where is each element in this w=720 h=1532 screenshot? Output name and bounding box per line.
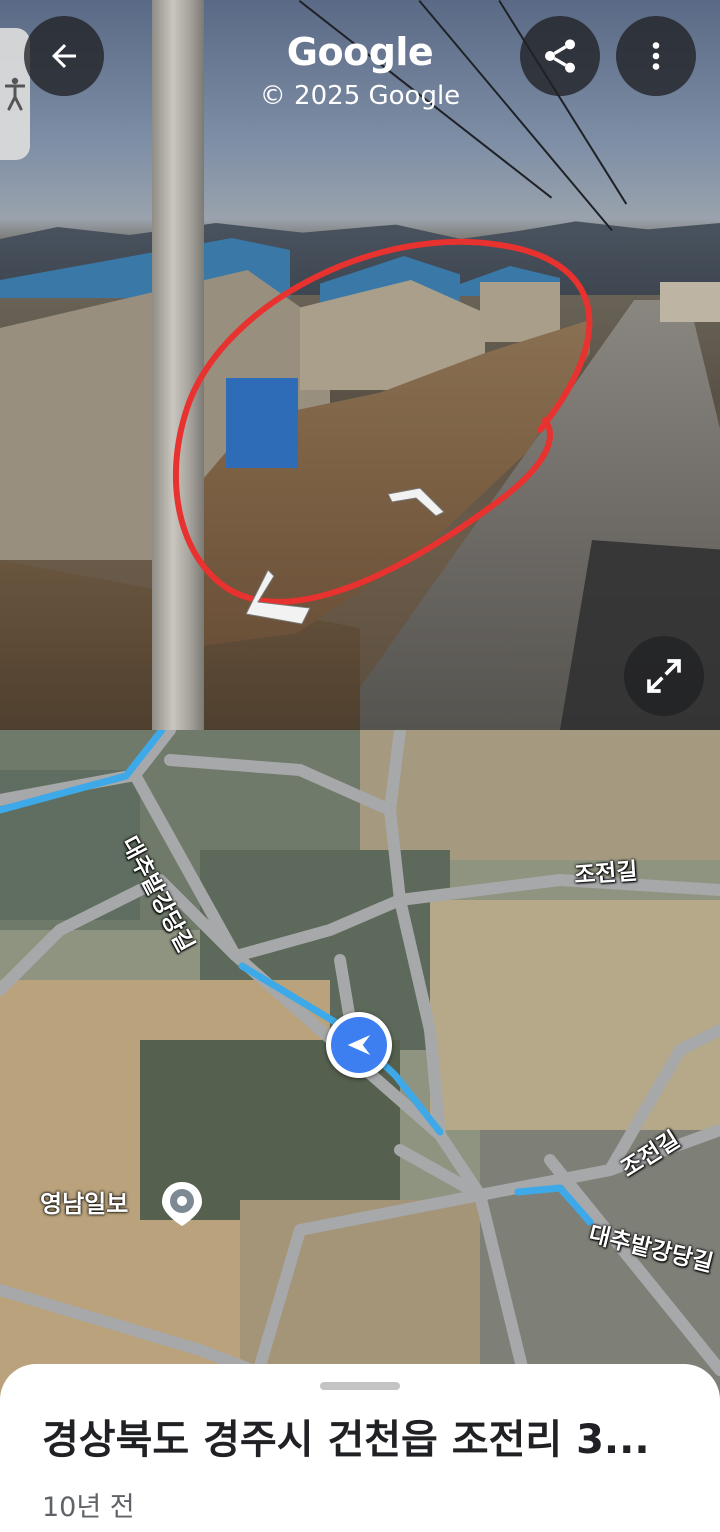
- fullscreen-button[interactable]: [624, 636, 704, 716]
- more-options-button[interactable]: [616, 16, 696, 96]
- share-icon: [545, 39, 575, 73]
- copyright-text: © 2025 Google: [259, 81, 461, 111]
- drag-handle[interactable]: [320, 1382, 400, 1390]
- street-view-panorama[interactable]: Google © 2025 Google: [0, 0, 720, 730]
- current-position-marker: [326, 1012, 392, 1078]
- nav-arrow-back[interactable]: [240, 568, 314, 630]
- capture-date: 10년 전: [42, 1492, 135, 1523]
- fullscreen-icon: [647, 659, 681, 693]
- google-logo: Google: [286, 30, 434, 74]
- place-pin-icon[interactable]: [160, 1180, 204, 1228]
- more-vert-icon: [652, 42, 660, 70]
- navigation-arrow-icon: [347, 1035, 371, 1055]
- place-bottom-sheet[interactable]: 경상북도 경주시 건천읍 조전리 3... 10년 전: [0, 1364, 720, 1532]
- map-view[interactable]: 대추밭강당길 조전길 조전길 대추밭강당길 영남일보: [0, 730, 720, 1400]
- share-button[interactable]: [520, 16, 600, 96]
- place-title: 경상북도 경주시 건천읍 조전리 3...: [42, 1417, 650, 1463]
- street-view-branding: Google © 2025 Google: [0, 28, 720, 114]
- road-label: 조전길: [573, 858, 639, 889]
- nav-arrow-forward[interactable]: [386, 484, 446, 518]
- poi-label[interactable]: 영남일보: [40, 1184, 128, 1219]
